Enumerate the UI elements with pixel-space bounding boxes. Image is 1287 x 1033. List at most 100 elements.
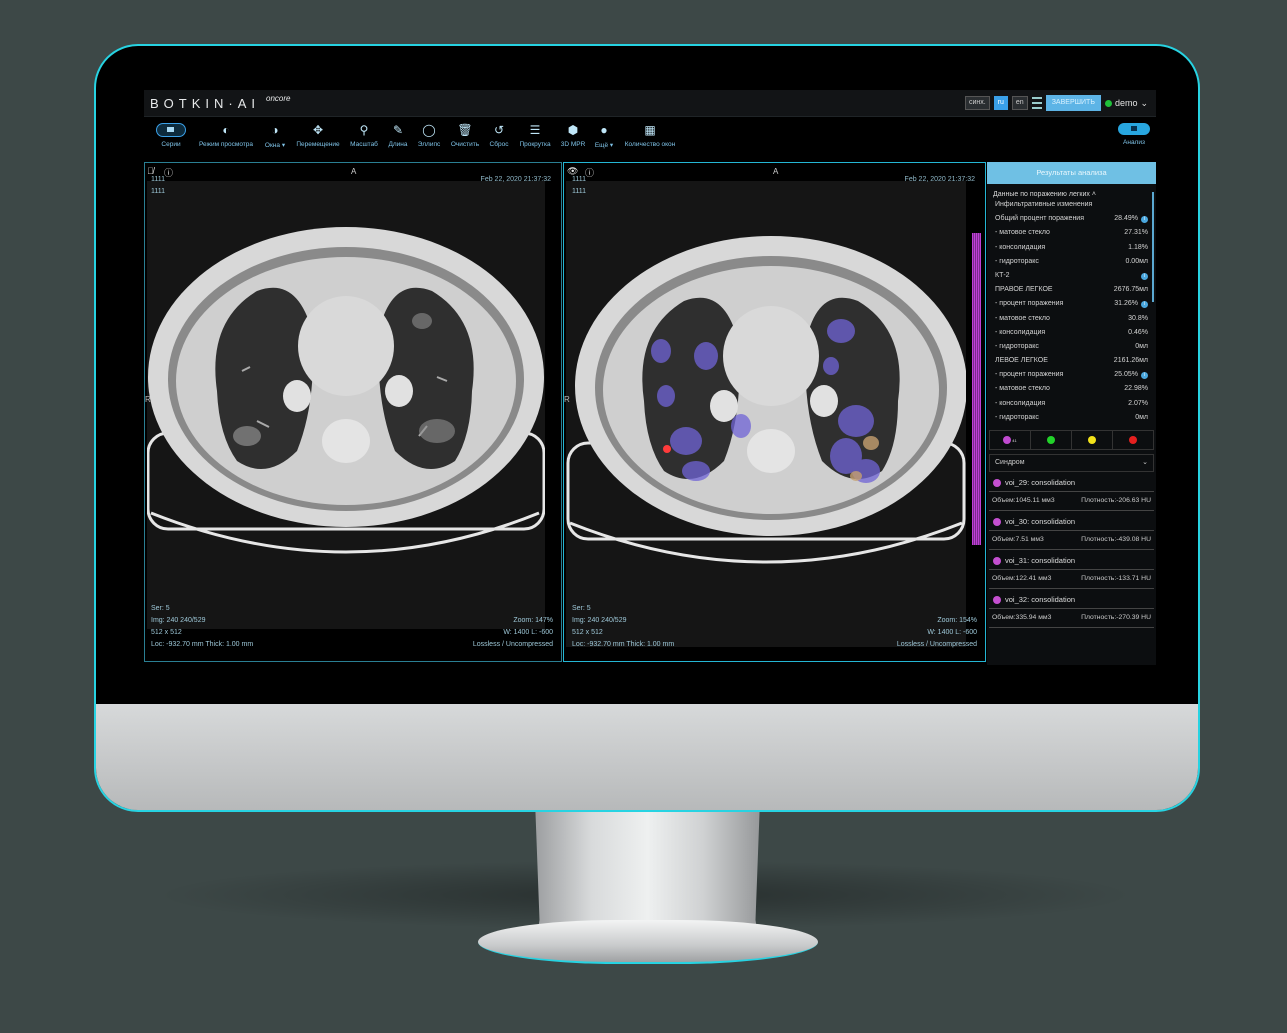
result-row: - матовое стекло 22.98% — [987, 382, 1156, 396]
more-label: Ещё ▾ — [594, 142, 614, 149]
grid-icon: ▦ — [644, 123, 656, 137]
panel-scrollbar[interactable] — [1152, 192, 1154, 302]
series-button[interactable]: Серии — [156, 123, 186, 148]
contrast-icon: ◐ — [222, 123, 230, 137]
voi-color-icon — [993, 556, 1001, 565]
result-value: 31.26% — [1114, 300, 1138, 308]
result-value-cell: 0.00мл — [1125, 255, 1148, 269]
view-mode-button[interactable]: ◐ Режим просмотра — [199, 123, 253, 148]
study-id: 1111 — [151, 188, 166, 195]
monitor-chin — [96, 704, 1198, 810]
result-row: - матовое стекло 30.8% — [987, 312, 1156, 326]
info-icon[interactable]: ⓘ — [585, 166, 594, 179]
result-label: Инфильтративные изменения — [995, 201, 1093, 208]
viewport-left[interactable]: 👁̸ ⓘ A 1111 1111 Feb 22, 2020 21:37:32 R… — [144, 162, 562, 662]
matrix-size: 512 x 512 — [572, 629, 603, 636]
orientation-left: R — [145, 395, 151, 404]
result-row: Общий процент поражения 28.49% i — [987, 212, 1156, 226]
voi-color-icon — [993, 478, 1001, 487]
ellipse-icon: ◯ — [422, 123, 436, 137]
user-menu[interactable]: demo ⌄ — [1104, 98, 1148, 109]
more-button[interactable]: ● Ещё ▾ — [595, 123, 613, 149]
voi-color-icon — [993, 595, 1001, 604]
voi-volume: Объем:7.51 мм3 — [992, 536, 1044, 543]
lung-damage-section-toggle[interactable]: Данные по поражению легких ˄ — [987, 184, 1156, 198]
window-count-button[interactable]: ▦ Количество окон — [625, 123, 675, 148]
color-dot-icon — [1088, 436, 1096, 444]
sync-button[interactable]: синх. — [964, 96, 990, 110]
result-row: - процент поражения 25.05% i — [987, 368, 1156, 382]
result-value: 27.31% — [1124, 229, 1148, 237]
monitor-stand-base — [478, 920, 818, 964]
syndrome-select-value: Синдром — [995, 459, 1025, 466]
result-value-cell: 22.98% — [1124, 382, 1148, 396]
clear-button[interactable]: 🗑 Очистить — [451, 123, 479, 148]
top-bar: BOTKIN·AI oncore синх. ru en ЗАВЕРШИТЬ d… — [144, 90, 1156, 117]
windows-label: Окна ▾ — [264, 142, 286, 149]
windows-button[interactable]: ◑ Окна ▾ — [265, 123, 285, 149]
result-value-cell: 0мл — [1135, 411, 1148, 425]
result-label: - гидроторакс — [995, 342, 1039, 350]
top-bar-controls: синх. ru en ЗАВЕРШИТЬ demo ⌄ — [964, 95, 1148, 111]
zoom-button[interactable]: ⚲ Масштаб — [350, 123, 378, 148]
analysis-button[interactable]: Анализ — [1118, 123, 1150, 146]
ellipse-button[interactable]: ◯ Эллипс — [418, 123, 440, 148]
scroll-icon: ☰ — [529, 123, 541, 137]
result-value: 0мл — [1135, 413, 1148, 421]
color-filter-swatch[interactable] — [1113, 431, 1153, 449]
color-filter-swatch[interactable] — [1072, 431, 1113, 449]
viewport-right[interactable]: 👁 ⓘ A 1111 1111 Feb 22, 2020 21:37:32 R … — [563, 162, 986, 662]
color-filter-swatch[interactable] — [1031, 431, 1072, 449]
series-number: Ser: 5 — [572, 605, 591, 612]
length-button[interactable]: ✎ Длина — [388, 123, 407, 148]
color-dot-icon — [1047, 436, 1055, 444]
reset-button[interactable]: ↺ Сброс — [490, 123, 509, 148]
study-date: Feb 22, 2020 21:37:32 — [480, 176, 551, 183]
series-number: Ser: 5 — [151, 605, 170, 612]
result-value: 30.8% — [1128, 314, 1148, 322]
list-icon[interactable] — [1031, 97, 1042, 109]
result-label: - процент поражения — [995, 300, 1064, 308]
finish-button[interactable]: ЗАВЕРШИТЬ — [1045, 95, 1101, 111]
voi-stats: Объем:122.41 мм3 Плотность:-133.71 HU — [989, 569, 1154, 588]
voi-density: Плотность:-133.71 HU — [1081, 575, 1151, 582]
window-level-icon: ◑ — [271, 123, 279, 137]
info-icon[interactable]: i — [1141, 272, 1148, 280]
color-filter-bar: 41 — [989, 430, 1154, 450]
voi-stats: Объем:1045.11 мм3 Плотность:-206.63 HU — [989, 491, 1154, 510]
color-filter-swatch[interactable]: 41 — [990, 431, 1031, 449]
info-icon[interactable]: ⓘ — [164, 166, 173, 179]
voi-name: voi_29: consolidation — [1005, 478, 1076, 487]
result-value-cell: 30.8% — [1128, 312, 1148, 326]
voi-color-icon — [993, 517, 1001, 526]
cube-icon: ⬢ — [567, 123, 579, 137]
slice-position-bar[interactable] — [972, 233, 981, 545]
result-row: КТ-2 i — [987, 269, 1156, 283]
move-button[interactable]: ✥ Перемещение — [296, 123, 339, 148]
scroll-button[interactable]: ☰ Прокрутка — [519, 123, 550, 148]
syndrome-select[interactable]: Синдром ⌄ — [989, 454, 1154, 472]
voi-list: voi_29: consolidation Объем:1045.11 мм3 Пл… — [987, 472, 1156, 628]
result-label: ЛЕВОЕ ЛЕГКОЕ — [995, 357, 1048, 365]
series-label: Серии — [161, 141, 181, 148]
info-icon[interactable]: i — [1141, 300, 1148, 308]
voi-item[interactable]: voi_29: consolidation Объем:1045.11 мм3 Пл… — [989, 472, 1154, 511]
length-label: Длина — [388, 141, 408, 148]
lang-en-button[interactable]: en — [1011, 96, 1028, 110]
info-icon[interactable]: i — [1141, 371, 1148, 379]
voi-item[interactable]: voi_32: consolidation Объем:335.94 мм3 Пло… — [989, 589, 1154, 628]
result-label: - процент поражения — [995, 371, 1064, 379]
voi-item[interactable]: voi_31: consolidation Объем:122.41 мм3 Пло… — [989, 550, 1154, 589]
info-icon[interactable]: i — [1141, 215, 1148, 223]
lang-ru-button[interactable]: ru — [993, 96, 1008, 110]
result-row: - процент поражения 31.26% i — [987, 297, 1156, 311]
scroll-label: Прокрутка — [519, 141, 551, 148]
mpr-button[interactable]: ⬢ 3D MPR — [561, 123, 586, 148]
result-value-cell: 31.26% i — [1114, 297, 1148, 311]
result-row: - консолидация 0.46% — [987, 326, 1156, 340]
result-value-cell: 27.31% — [1124, 226, 1148, 240]
voi-density: Плотность:-270.39 HU — [1081, 614, 1151, 621]
image-info-br: Zoom: 154% W: 1400 L: -600 Lossless / Un… — [897, 615, 977, 651]
voi-item[interactable]: voi_30: consolidation Объем:7.51 мм3 Плотн… — [989, 511, 1154, 550]
window-count-label: Количество окон — [624, 141, 676, 148]
